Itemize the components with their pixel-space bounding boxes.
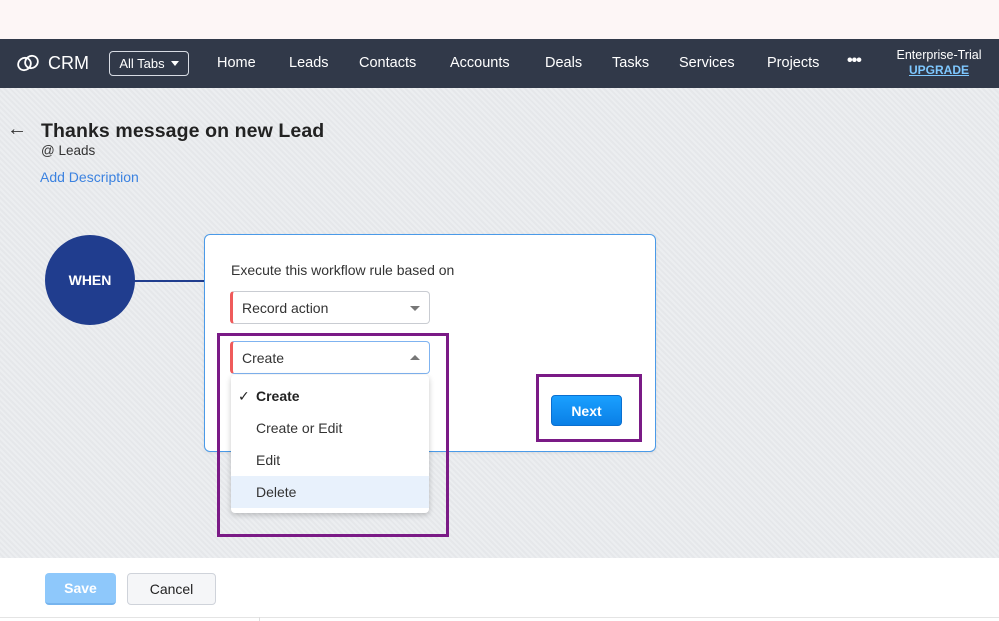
page-title: Thanks message on new Lead — [41, 120, 325, 142]
nav-item-tasks[interactable]: Tasks — [612, 55, 649, 71]
next-button-label: Next — [571, 402, 602, 419]
plan-info: Enterprise-Trial UPGRADE — [893, 48, 985, 78]
check-icon: ✓ — [238, 388, 250, 404]
browser-top-strip — [0, 0, 999, 39]
nav-item-projects[interactable]: Projects — [767, 55, 819, 71]
dropdown-option-edit[interactable]: Edit — [231, 444, 429, 476]
module-label: @ Leads — [41, 143, 96, 158]
workflow-editor: ← Thanks message on new Lead @ Leads Add… — [0, 88, 999, 558]
dropdown-option-create[interactable]: ✓ Create — [231, 380, 429, 412]
dropdown-option-delete[interactable]: Delete — [231, 476, 429, 508]
cancel-button-label: Cancel — [149, 581, 194, 597]
connector-line — [134, 280, 206, 282]
cancel-button[interactable]: Cancel — [127, 573, 216, 605]
caret-down-icon — [170, 61, 179, 66]
bottom-divider — [259, 617, 260, 621]
save-button-label: Save — [64, 580, 97, 596]
more-icon[interactable]: ••• — [847, 52, 862, 70]
save-button[interactable]: Save — [45, 573, 116, 605]
option-label: Edit — [256, 452, 281, 468]
caret-down-icon — [410, 306, 420, 311]
condition-prompt: Execute this workflow rule based on — [231, 262, 455, 278]
bottom-edge — [0, 617, 999, 621]
option-label: Delete — [256, 484, 297, 500]
brand-name: CRM — [48, 53, 89, 73]
record-action-select-value: Create — [242, 349, 285, 366]
footer-bar: Save Cancel — [0, 558, 999, 621]
option-label: Create or Edit — [256, 420, 343, 436]
when-label: WHEN — [68, 272, 112, 288]
trigger-select[interactable]: Record action — [230, 291, 430, 324]
dropdown-option-create-or-edit[interactable]: Create or Edit — [231, 412, 429, 444]
record-action-select[interactable]: Create — [230, 341, 430, 374]
nav-item-accounts[interactable]: Accounts — [450, 55, 510, 71]
plan-name: Enterprise-Trial — [896, 48, 982, 62]
nav-item-contacts[interactable]: Contacts — [359, 55, 416, 71]
add-description-link[interactable]: Add Description — [40, 169, 139, 185]
crm-logo-icon — [17, 54, 39, 72]
nav-item-deals[interactable]: Deals — [545, 55, 582, 71]
trigger-select-value: Record action — [242, 299, 329, 316]
upgrade-link[interactable]: UPGRADE — [893, 63, 985, 78]
nav-item-services[interactable]: Services — [679, 55, 735, 71]
back-arrow-icon[interactable]: ← — [7, 118, 27, 141]
when-node: WHEN — [45, 235, 135, 325]
next-button[interactable]: Next — [551, 395, 622, 426]
record-action-dropdown: ✓ Create Create or Edit Edit Delete — [231, 375, 429, 513]
all-tabs-label: All Tabs — [119, 56, 165, 71]
caret-up-icon — [410, 355, 420, 360]
nav-item-leads[interactable]: Leads — [289, 55, 329, 71]
nav-item-home[interactable]: Home — [217, 55, 256, 71]
top-navbar: CRM All Tabs Home Leads Contacts Account… — [0, 39, 999, 88]
option-label: Create — [256, 388, 300, 404]
all-tabs-button[interactable]: All Tabs — [109, 51, 189, 76]
